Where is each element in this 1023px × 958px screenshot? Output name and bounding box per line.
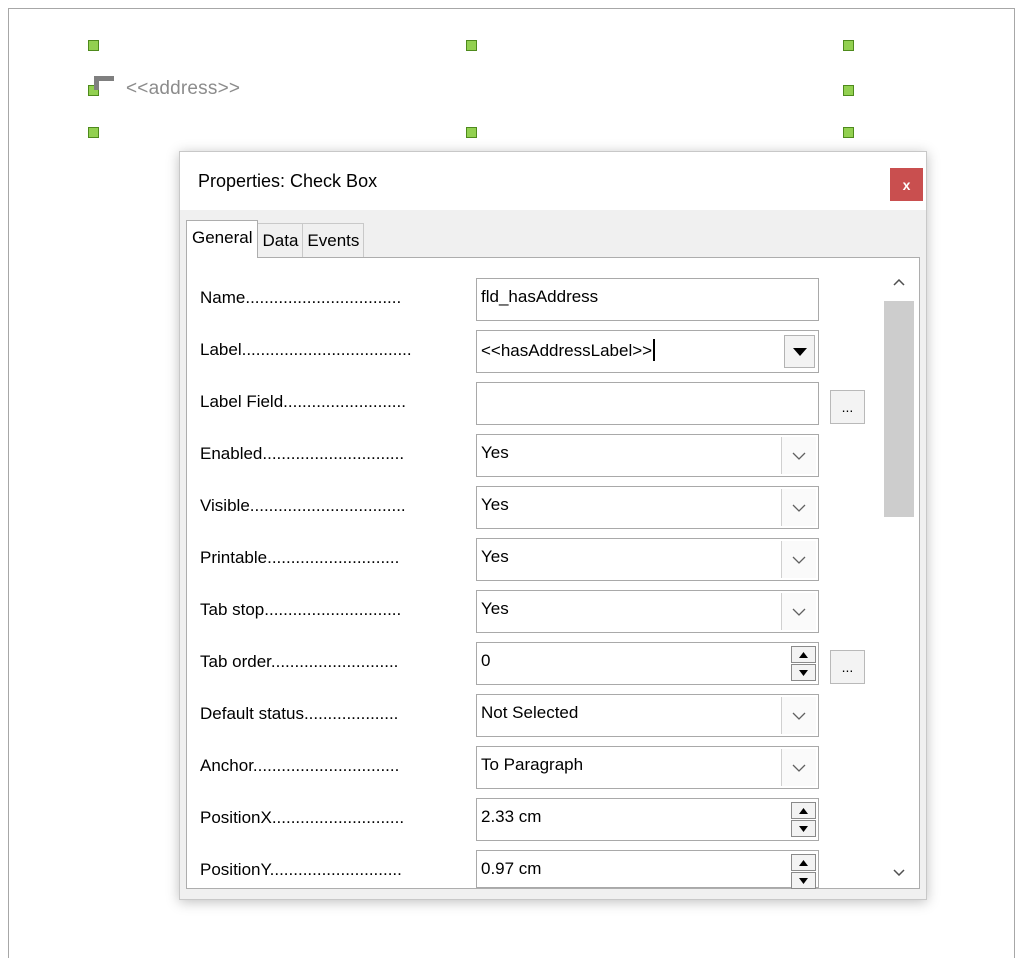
position-x-spinner[interactable] (791, 802, 816, 837)
properties-dialog: Properties: Check Box x General Data Eve… (179, 151, 927, 900)
text-cursor (653, 339, 656, 361)
label-dropdown-button[interactable] (784, 335, 815, 368)
visible-select[interactable]: Yes (476, 486, 819, 529)
chevron-down-icon (792, 556, 806, 564)
position-y-spinfield[interactable]: 0.97 cm (476, 850, 819, 889)
dialog-titlebar[interactable]: Properties: Check Box x (180, 152, 926, 210)
default-status-dropdown-button[interactable] (781, 697, 816, 734)
dropdown-arrow-icon (792, 347, 807, 356)
position-y-label: PositionY............................ (200, 860, 402, 879)
tab-events[interactable]: Events (302, 223, 365, 258)
selection-handle-top-left[interactable] (88, 40, 99, 51)
spin-up-icon[interactable] (791, 854, 816, 871)
address-field-placeholder[interactable]: <<address>> (126, 78, 240, 100)
position-x-spinfield[interactable]: 2.33 cm (476, 798, 819, 841)
label-field-input[interactable] (476, 382, 819, 425)
default-status-label: Default status.................... (200, 704, 399, 723)
printable-dropdown-button[interactable] (781, 541, 816, 578)
printable-label: Printable............................ (200, 548, 400, 567)
selection-handle-bottom-right[interactable] (843, 127, 854, 138)
spin-up-icon[interactable] (791, 646, 816, 663)
dialog-title: Properties: Check Box (198, 171, 378, 191)
general-tab-panel: Name................................. fl… (186, 257, 920, 889)
anchor-value: To Paragraph (481, 755, 584, 774)
spin-up-icon[interactable] (791, 802, 816, 819)
scroll-up-icon[interactable] (883, 268, 914, 296)
selection-handle-middle-right[interactable] (843, 85, 854, 96)
tab-stop-select[interactable]: Yes (476, 590, 819, 633)
tab-data[interactable]: Data (257, 223, 304, 258)
anchor-select[interactable]: To Paragraph (476, 746, 819, 789)
anchor-mark-icon (94, 76, 116, 92)
tab-order-label: Tab order........................... (200, 652, 399, 671)
label-combobox[interactable]: <<hasAddressLabel>> (476, 330, 819, 373)
scroll-down-icon[interactable] (883, 858, 914, 886)
enabled-value: Yes (481, 443, 509, 462)
vertical-scrollbar[interactable] (883, 268, 914, 886)
selection-handle-bottom-left[interactable] (88, 127, 99, 138)
selection-handle-top-right[interactable] (843, 40, 854, 51)
visible-dropdown-button[interactable] (781, 489, 816, 526)
chevron-down-icon (792, 764, 806, 772)
chevron-down-icon (792, 712, 806, 720)
spin-down-icon[interactable] (791, 664, 816, 681)
tab-order-spinfield[interactable]: 0 (476, 642, 819, 685)
tab-stop-label: Tab stop............................. (200, 600, 402, 619)
visible-label: Visible................................. (200, 496, 406, 515)
printable-select[interactable]: Yes (476, 538, 819, 581)
label-field-browse-button[interactable]: ... (830, 390, 865, 424)
spin-down-icon[interactable] (791, 820, 816, 837)
default-status-select[interactable]: Not Selected (476, 694, 819, 737)
tab-order-value: 0 (481, 651, 491, 670)
tab-order-browse-button[interactable]: ... (830, 650, 865, 684)
visible-value: Yes (481, 495, 509, 514)
label-field-label: Label Field.......................... (200, 392, 406, 411)
chevron-down-icon (792, 504, 806, 512)
enabled-dropdown-button[interactable] (781, 437, 816, 474)
tab-order-spinner[interactable] (791, 646, 816, 681)
name-field[interactable]: fld_hasAddress (476, 278, 819, 321)
position-y-value: 0.97 cm (481, 859, 542, 878)
position-x-label: PositionX............................ (200, 808, 405, 827)
name-label: Name................................. (200, 288, 402, 307)
enabled-select[interactable]: Yes (476, 434, 819, 477)
tab-general[interactable]: General (186, 220, 259, 258)
tab-bar: General Data Events (186, 220, 365, 258)
label-value: <<hasAddressLabel>> (481, 341, 653, 360)
enabled-label: Enabled.............................. (200, 444, 405, 463)
spin-down-icon[interactable] (791, 872, 816, 889)
label-label: Label...................................… (200, 340, 412, 359)
position-y-spinner[interactable] (791, 854, 816, 889)
selection-handle-top-center[interactable] (466, 40, 477, 51)
scrollbar-thumb[interactable] (884, 301, 914, 517)
printable-value: Yes (481, 547, 509, 566)
anchor-dropdown-button[interactable] (781, 749, 816, 786)
chevron-down-icon (792, 608, 806, 616)
tab-stop-dropdown-button[interactable] (781, 593, 816, 630)
position-x-value: 2.33 cm (481, 807, 542, 826)
selection-handle-bottom-center[interactable] (466, 127, 477, 138)
anchor-label: Anchor............................... (200, 756, 400, 775)
close-button[interactable]: x (890, 168, 923, 201)
chevron-down-icon (792, 452, 806, 460)
close-icon: x (902, 176, 911, 193)
name-value: fld_hasAddress (481, 287, 599, 306)
default-status-value: Not Selected (481, 703, 579, 722)
tab-stop-value: Yes (481, 599, 509, 618)
